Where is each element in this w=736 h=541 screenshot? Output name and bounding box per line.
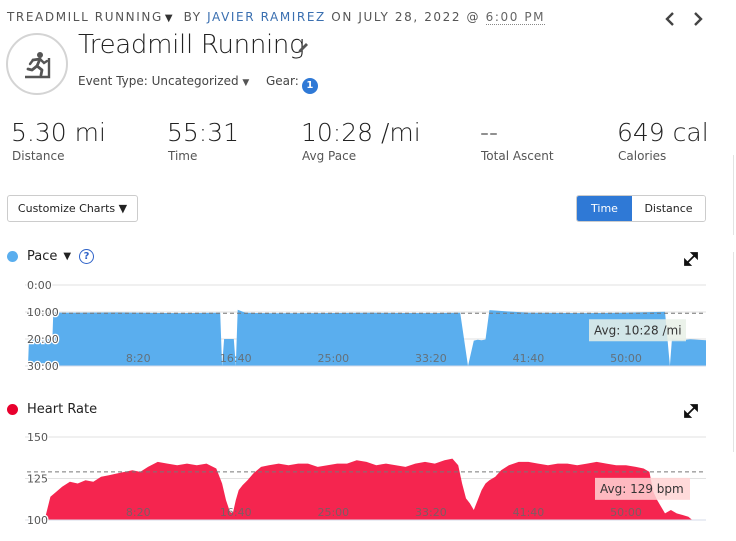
hr-x-tick-label: 41:40	[513, 506, 545, 519]
activity-type-caret-icon[interactable]: ▼	[165, 13, 174, 24]
gear-count-badge[interactable]: 1	[301, 78, 318, 94]
gear-indicator[interactable]: Gear: 1	[266, 74, 318, 94]
pace-chart-title[interactable]: Pace	[27, 249, 57, 264]
heart-rate-chart[interactable]: 150 125 100 8:20 16:40 25:00 33:20 41:40 50:00 Av…	[0, 425, 736, 530]
hr-y-tick-label: 100	[27, 514, 48, 527]
previous-activity-button[interactable]	[664, 10, 676, 30]
chevron-left-icon	[665, 12, 674, 26]
activity-type-avatar	[6, 33, 68, 95]
customize-charts-button[interactable]: Customize Charts ▼	[7, 195, 138, 222]
time-toggle-button[interactable]: Time	[577, 196, 632, 221]
treadmill-runner-icon	[25, 52, 51, 79]
event-type-label: Event Type: Uncategorized	[78, 74, 239, 88]
chevron-right-icon	[694, 12, 703, 26]
activity-type-link[interactable]: TREADMILL RUNNING	[7, 10, 163, 24]
pace-chart[interactable]: 0:00 10:00 20:00 30:00 8:20 16:40 25:00 33:20 41…	[0, 275, 736, 375]
total-ascent-label: Total Ascent	[481, 149, 554, 163]
avg-pace-label: Avg Pace	[302, 149, 357, 163]
event-type-dropdown[interactable]: Event Type: Uncategorized ▼	[78, 74, 249, 88]
pace-x-tick-label: 25:00	[317, 352, 349, 365]
hr-chart-header: Heart Rate	[7, 402, 97, 417]
event-type-caret-icon: ▼	[242, 78, 250, 88]
hr-y-tick-label: 125	[27, 473, 48, 486]
hr-legend-dot	[7, 404, 18, 415]
pace-expand-button[interactable]	[684, 251, 698, 266]
pace-average-label: Avg: 10:28 /mi	[594, 323, 682, 337]
hr-y-tick-label: 150	[27, 431, 48, 444]
expand-icon	[684, 404, 698, 418]
hr-x-tick-label: 50:00	[610, 506, 642, 519]
pace-x-tick-label: 16:40	[220, 352, 252, 365]
pace-x-tick-label: 8:20	[126, 352, 151, 365]
pace-y-tick-label: 0:00	[27, 279, 52, 292]
right-panel-divider	[733, 155, 734, 235]
avg-pace-value: 10:28 /mi	[301, 118, 421, 147]
pace-x-tick-label: 33:20	[415, 352, 447, 365]
pace-y-tick-label: 30:00	[27, 360, 59, 373]
calories-value: 649 cal	[617, 118, 709, 147]
date-label: ON JULY 28, 2022 @	[331, 10, 481, 24]
time-label: Time	[168, 149, 198, 163]
hr-expand-button[interactable]	[684, 403, 698, 418]
calories-label: Calories	[618, 149, 667, 163]
pace-x-tick-label: 41:40	[513, 352, 545, 365]
x-axis-toggle: Time Distance	[576, 195, 706, 222]
activity-breadcrumb: TREADMILL RUNNING ▼ BY JAVIER RAMIREZ ON …	[7, 10, 546, 25]
pace-dropdown-caret-icon[interactable]: ▼	[63, 251, 71, 262]
activity-time[interactable]: 6:00 PM	[485, 10, 546, 25]
hr-chart-title: Heart Rate	[27, 402, 98, 417]
hr-average-label: Avg: 129 bpm	[600, 482, 684, 496]
distance-value: 5.30 mi	[11, 118, 106, 147]
pace-help-icon[interactable]: ?	[79, 249, 95, 264]
distance-toggle-button[interactable]: Distance	[632, 196, 705, 221]
next-activity-button[interactable]	[692, 10, 704, 30]
pace-chart-header: Pace ▼ ?	[7, 249, 95, 264]
pace-y-tick-label: 10:00	[27, 306, 59, 319]
pace-legend-dot	[7, 251, 18, 262]
author-link[interactable]: JAVIER RAMIREZ	[207, 10, 326, 24]
activity-title: Treadmill Running	[78, 30, 305, 60]
distance-label: Distance	[12, 149, 65, 163]
expand-icon	[684, 252, 698, 266]
edit-title-button[interactable]	[296, 40, 310, 54]
gear-label: Gear:	[266, 74, 299, 88]
hr-x-tick-label: 25:00	[317, 506, 349, 519]
by-label: BY	[183, 10, 202, 24]
hr-x-tick-label: 8:20	[126, 506, 151, 519]
time-value: 55:31	[167, 118, 240, 147]
pace-y-tick-label: 20:00	[27, 333, 59, 346]
pace-x-tick-label: 50:00	[610, 352, 642, 365]
total-ascent-value: --	[480, 118, 499, 147]
hr-x-tick-label: 16:40	[220, 506, 252, 519]
pencil-icon	[298, 43, 308, 53]
hr-x-tick-label: 33:20	[415, 506, 447, 519]
